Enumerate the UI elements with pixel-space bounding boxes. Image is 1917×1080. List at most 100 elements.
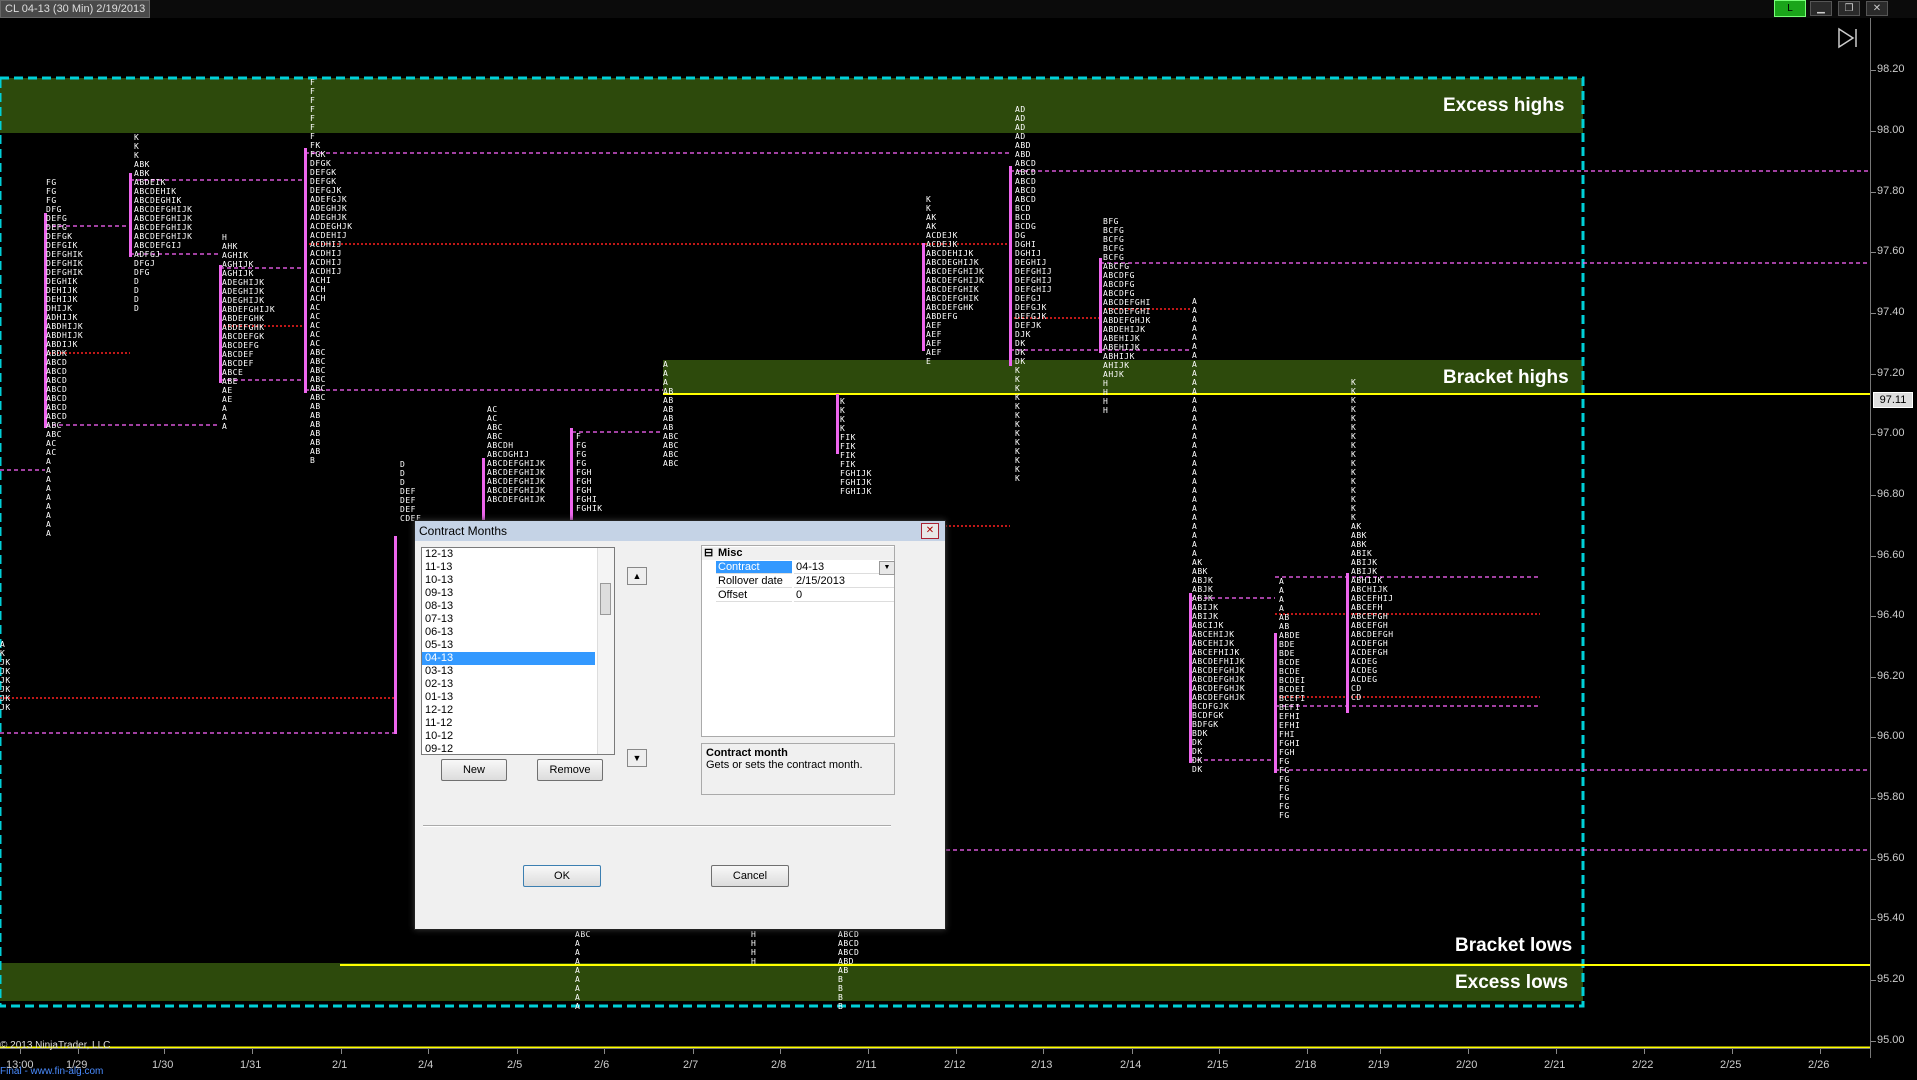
move-down-button[interactable]: ▼: [627, 749, 647, 767]
dialog-close-button[interactable]: ✕: [921, 523, 939, 539]
time-label: 2/19: [1368, 1059, 1390, 1071]
new-button[interactable]: New: [441, 759, 507, 781]
collapse-icon[interactable]: ⊟: [704, 547, 713, 560]
tpo-profile: ABCD ABCD ABCD ABD AB B B B B: [838, 930, 860, 1011]
ok-button[interactable]: OK: [523, 865, 601, 887]
dialog-title: Contract Months: [419, 524, 508, 538]
property-row-contract-month[interactable]: Contract month 04-13 ▼: [702, 561, 895, 586]
close-button[interactable]: ✕: [1866, 1, 1888, 16]
tpo-profile: H H H H: [751, 930, 757, 966]
tpo-profile: F FG FG FG FGH FGH FGH FGHI FGHIK: [576, 432, 603, 513]
contract-month-item[interactable]: 02-13: [422, 678, 595, 691]
live-status-badge[interactable]: L: [1774, 0, 1806, 17]
contract-months-list[interactable]: 12-13 11-13 10-13 09-13 08-13 07-13 06-1…: [421, 547, 615, 755]
property-name: Rollover date: [716, 575, 792, 588]
contract-month-item[interactable]: 10-13: [422, 574, 595, 587]
contract-month-item[interactable]: 07-13: [422, 613, 595, 626]
price-label: 96.20: [1877, 670, 1905, 682]
tpo-profile: A A A A AB AB ABDE BDE BDE BCDE BCDE BCD…: [1279, 577, 1306, 820]
price-label: 97.60: [1877, 245, 1905, 257]
property-row-rollover-date[interactable]: Rollover date 2/15/2013: [702, 575, 894, 588]
property-value[interactable]: 0: [794, 589, 894, 602]
time-label: 2/12: [944, 1059, 966, 1071]
tpo-profile: A A A A A A A A A A A A A A A A A A A A …: [1192, 297, 1246, 774]
description-text: Gets or sets the contract month.: [706, 759, 863, 771]
price-label: 95.00: [1877, 1034, 1905, 1046]
tpo-profile: A A A AB AB AB AB AB ABC ABC ABC ABC: [663, 360, 679, 468]
time-label: 2/15: [1207, 1059, 1229, 1071]
window-title: CL 04-13 (30 Min) 2/19/2013: [0, 0, 151, 18]
bracket-highs-label: Bracket highs: [1443, 367, 1569, 388]
tpo-profile: ABC A A A A A A A A: [575, 930, 591, 1011]
contract-month-item[interactable]: 08-13: [422, 600, 595, 613]
time-axis[interactable]: 13:00 1/29 1/30 1/31 2/1 2/4 2/5 2/6 2/7…: [0, 1048, 1870, 1080]
cancel-button[interactable]: Cancel: [711, 865, 789, 887]
time-label: 2/14: [1120, 1059, 1142, 1071]
tpo-profile: H AHK AGHIK AGHIJK AGHIJK ADEGHIJK ADEGH…: [222, 233, 276, 431]
contract-month-item[interactable]: 01-13: [422, 691, 595, 704]
list-scrollbar[interactable]: [597, 548, 614, 754]
time-label: 2/22: [1632, 1059, 1654, 1071]
time-label: 1/30: [152, 1059, 174, 1071]
excess-highs-zone: [0, 78, 1583, 133]
contract-month-item[interactable]: 12-12: [422, 704, 595, 717]
contract-month-item[interactable]: 11-12: [422, 717, 595, 730]
current-price-marker: 97.11: [1873, 392, 1913, 408]
contract-month-item[interactable]: 11-13: [422, 561, 595, 574]
time-label: 2/20: [1456, 1059, 1478, 1071]
property-name: Contract month: [716, 561, 792, 586]
excess-lows-label: Excess lows: [1455, 972, 1569, 993]
tpo-profile: AD AD AD AD ABD ABD ABCD ABCD ABCD ABCD …: [1015, 105, 1053, 483]
website-link[interactable]: Final - www.fin-alg.com: [0, 1066, 103, 1077]
minimize-button[interactable]: ▁: [1810, 1, 1832, 16]
price-label: 95.60: [1877, 852, 1905, 864]
price-label: 97.80: [1877, 185, 1905, 197]
window-titlebar: CL 04-13 (30 Min) 2/19/2013 L ▁ ❐ ✕: [0, 0, 1917, 18]
bracket-lows-label: Bracket lows: [1455, 935, 1573, 956]
price-label: 96.00: [1877, 730, 1905, 742]
property-value[interactable]: 2/15/2013: [794, 575, 894, 588]
tpo-profile: A K JK JK JK JK JK JK: [0, 640, 11, 712]
time-label: 2/21: [1544, 1059, 1566, 1071]
copyright-text: © 2013 NinjaTrader, LLC: [0, 1040, 111, 1051]
time-label: 2/7: [683, 1059, 699, 1071]
contract-month-item[interactable]: 09-12: [422, 743, 595, 754]
contract-month-item[interactable]: 12-13: [422, 548, 595, 561]
property-row-offset[interactable]: Offset 0: [702, 589, 894, 602]
price-axis[interactable]: 98.20 98.00 97.80 97.60 97.40 97.20 97.0…: [1870, 18, 1917, 1058]
list-scroll-thumb[interactable]: [600, 583, 611, 615]
time-label: 2/26: [1808, 1059, 1830, 1071]
time-label: 2/5: [507, 1059, 523, 1071]
tpo-profile: BFG BCFG BCFG BCFG BCFG ABCFG ABCDFG ABC…: [1103, 217, 1151, 415]
time-label: 2/11: [856, 1059, 877, 1071]
scroll-to-end-icon[interactable]: [1836, 26, 1860, 50]
price-label: 96.80: [1877, 488, 1905, 500]
contract-month-item[interactable]: 10-12: [422, 730, 595, 743]
property-description: Contract month Gets or sets the contract…: [701, 743, 895, 795]
restore-button[interactable]: ❐: [1838, 1, 1860, 16]
contract-month-item[interactable]: 05-13: [422, 639, 595, 652]
tpo-profile: K K K K FIK FIK FIK FIK FGHIJK FGHIJK FG…: [840, 397, 872, 496]
move-up-button[interactable]: ▲: [627, 567, 647, 585]
category-label: Misc: [718, 547, 743, 559]
price-label: 96.40: [1877, 609, 1905, 621]
price-label: 95.20: [1877, 973, 1905, 985]
property-grid[interactable]: ⊟ Misc Contract month 04-13 ▼ Rollover d…: [701, 545, 895, 737]
remove-button[interactable]: Remove: [537, 759, 603, 781]
time-label: 2/6: [594, 1059, 610, 1071]
contract-month-item-selected[interactable]: 04-13: [422, 652, 595, 665]
time-label: 2/1: [332, 1059, 348, 1071]
time-label: 2/25: [1720, 1059, 1742, 1071]
contract-month-item[interactable]: 06-13: [422, 626, 595, 639]
property-name: Offset: [716, 589, 792, 602]
tpo-profile: K K AK AK ACDEJK ACDEJK ABCDEHIJK ABCDEG…: [926, 195, 985, 366]
excess-lows-zone: [0, 963, 1583, 1001]
contract-month-item[interactable]: 09-13: [422, 587, 595, 600]
dropdown-icon[interactable]: ▼: [879, 561, 895, 575]
dialog-titlebar[interactable]: Contract Months ✕: [415, 521, 945, 541]
contract-month-item[interactable]: 03-13: [422, 665, 595, 678]
tpo-profile: FG FG FG DFG DEFG DEFG DEFGK DEFGIK DEFG…: [46, 178, 84, 538]
time-label: 2/18: [1295, 1059, 1317, 1071]
property-category[interactable]: ⊟ Misc: [702, 547, 894, 560]
price-label: 98.00: [1877, 124, 1905, 136]
